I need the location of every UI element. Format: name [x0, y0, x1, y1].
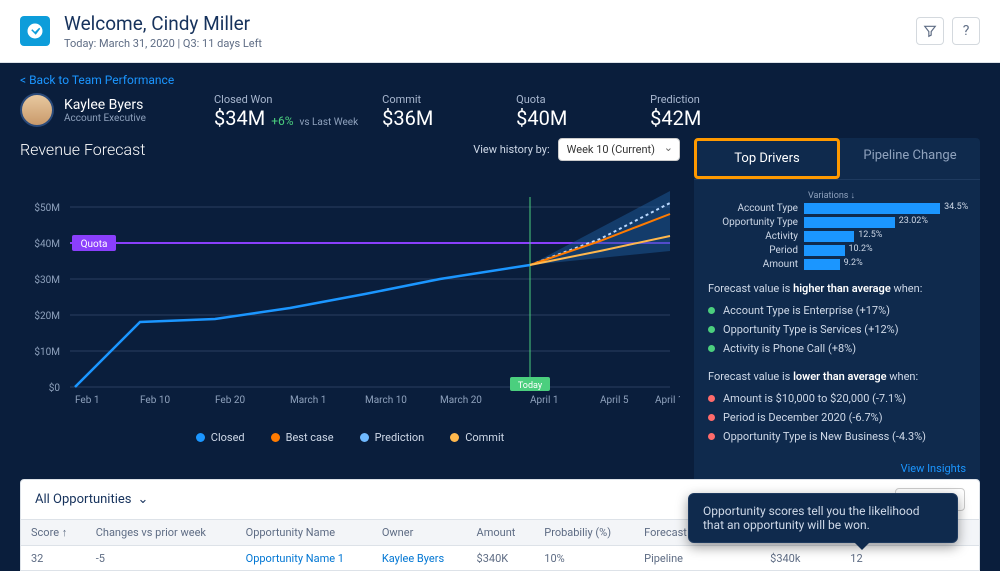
svg-text:$40M: $40M	[34, 237, 60, 250]
svg-text:$10M: $10M	[34, 345, 60, 358]
insight-item: Activity is Phone Call (+8%)	[708, 339, 966, 358]
main-dashboard: < Back to Team Performance Kaylee Byers …	[0, 63, 1000, 571]
back-link[interactable]: < Back to Team Performance	[20, 73, 174, 87]
opportunities-title[interactable]: All Opportunities ⌄	[35, 492, 148, 507]
svg-text:$30M: $30M	[34, 273, 60, 286]
opp-name-link[interactable]: Opportunity Name 1	[246, 552, 344, 565]
app-icon	[20, 16, 50, 46]
chart-legend: Closed Best case Prediction Commit	[20, 431, 680, 444]
header-text: Welcome, Cindy Miller Today: March 31, 2…	[64, 12, 262, 50]
svg-text:Feb 1: Feb 1	[75, 395, 99, 406]
avatar	[20, 93, 54, 127]
svg-text:March 1: March 1	[290, 395, 326, 406]
help-button[interactable]: ?	[952, 17, 980, 45]
owner-link[interactable]: Kaylee Byers	[382, 552, 444, 565]
svg-text:Feb 20: Feb 20	[215, 395, 245, 406]
view-by-select[interactable]: Week 10 (Current)	[558, 138, 680, 161]
summary-row: Kaylee Byers Account Executive Closed Wo…	[20, 93, 980, 130]
insight-item: Opportunity Type is New Business (-4.3%)	[708, 427, 966, 446]
funnel-icon	[923, 24, 937, 38]
chart-title: Revenue Forecast	[20, 140, 145, 159]
driver-row: Opportunity Type23.02%	[708, 217, 966, 228]
metric-commit: Commit $36M	[382, 93, 492, 130]
svg-text:April 5: April 5	[600, 395, 629, 406]
insight-item: Amount is $10,000 to $20,000 (-7.1%)	[708, 389, 966, 408]
chevron-down-icon: ⌄	[137, 492, 148, 507]
svg-text:$0: $0	[49, 381, 61, 394]
page-header: Welcome, Cindy Miller Today: March 31, 2…	[0, 0, 1000, 63]
filter-button[interactable]	[916, 17, 944, 45]
header-subline: Today: March 31, 2020 | Q3: 11 days Left	[64, 37, 262, 50]
higher-heading: Forecast value is higher than average wh…	[708, 282, 966, 295]
table-header[interactable]: Opportunity Name	[236, 520, 372, 546]
tab-top-drivers[interactable]: Top Drivers	[694, 138, 840, 179]
score-tooltip: Opportunity scores tell you the likeliho…	[688, 493, 958, 543]
higher-list: Account Type is Enterprise (+17%)Opportu…	[708, 301, 966, 358]
table-header[interactable]: Amount	[467, 520, 535, 546]
person-block: Kaylee Byers Account Executive	[20, 93, 190, 127]
svg-text:Feb 10: Feb 10	[140, 395, 170, 406]
metric-quota: Quota $40M	[516, 93, 626, 130]
view-by-label: View history by:	[473, 143, 549, 156]
svg-text:Quota: Quota	[81, 239, 108, 250]
table-header[interactable]: Changes vs prior week	[86, 520, 236, 546]
table-row[interactable]: 32-5Opportunity Name 1Kaylee Byers$340K1…	[21, 546, 979, 571]
table-header[interactable]: Score ↑	[21, 520, 86, 546]
person-name: Kaylee Byers	[64, 97, 146, 113]
svg-text:$50M: $50M	[34, 201, 60, 214]
driver-row: Activity12.5%	[708, 231, 966, 242]
metric-prediction: Prediction $42M	[650, 93, 760, 130]
metric-closed-won: Closed Won $34M +6% vs Last Week	[214, 93, 358, 130]
tab-pipeline-change[interactable]: Pipeline Change	[840, 138, 980, 179]
lower-heading: Forecast value is lower than average whe…	[708, 370, 966, 383]
welcome-title: Welcome, Cindy Miller	[64, 12, 262, 35]
lower-list: Amount is $10,000 to $20,000 (-7.1%)Peri…	[708, 389, 966, 446]
forecast-panel: Revenue Forecast View history by: Week 1…	[20, 138, 680, 498]
svg-text:April 1: April 1	[530, 395, 559, 406]
insight-item: Account Type is Enterprise (+17%)	[708, 301, 966, 320]
driver-row: Amount9.2%	[708, 259, 966, 270]
forecast-chart: $0 $10M $20M $30M $40M $50M Quota Today	[20, 167, 680, 427]
variations-header: Variations ↓	[808, 190, 966, 201]
table-header[interactable]: Probabiliy (%)	[534, 520, 634, 546]
driver-row: Period10.2%	[708, 245, 966, 256]
table-header[interactable]: Owner	[372, 520, 467, 546]
insight-item: Period is December 2020 (-6.7%)	[708, 408, 966, 427]
svg-text:$20M: $20M	[34, 309, 60, 322]
driver-row: Account Type34.5%	[708, 203, 966, 214]
svg-text:March 20: March 20	[440, 395, 482, 406]
svg-text:April 10: April 10	[655, 395, 680, 406]
insights-panel: Top Drivers Pipeline Change Variations ↓…	[694, 138, 980, 498]
insight-item: Opportunity Type is Services (+12%)	[708, 320, 966, 339]
svg-text:Today: Today	[518, 381, 543, 391]
svg-text:March 10: March 10	[365, 395, 407, 406]
person-role: Account Executive	[64, 113, 146, 124]
